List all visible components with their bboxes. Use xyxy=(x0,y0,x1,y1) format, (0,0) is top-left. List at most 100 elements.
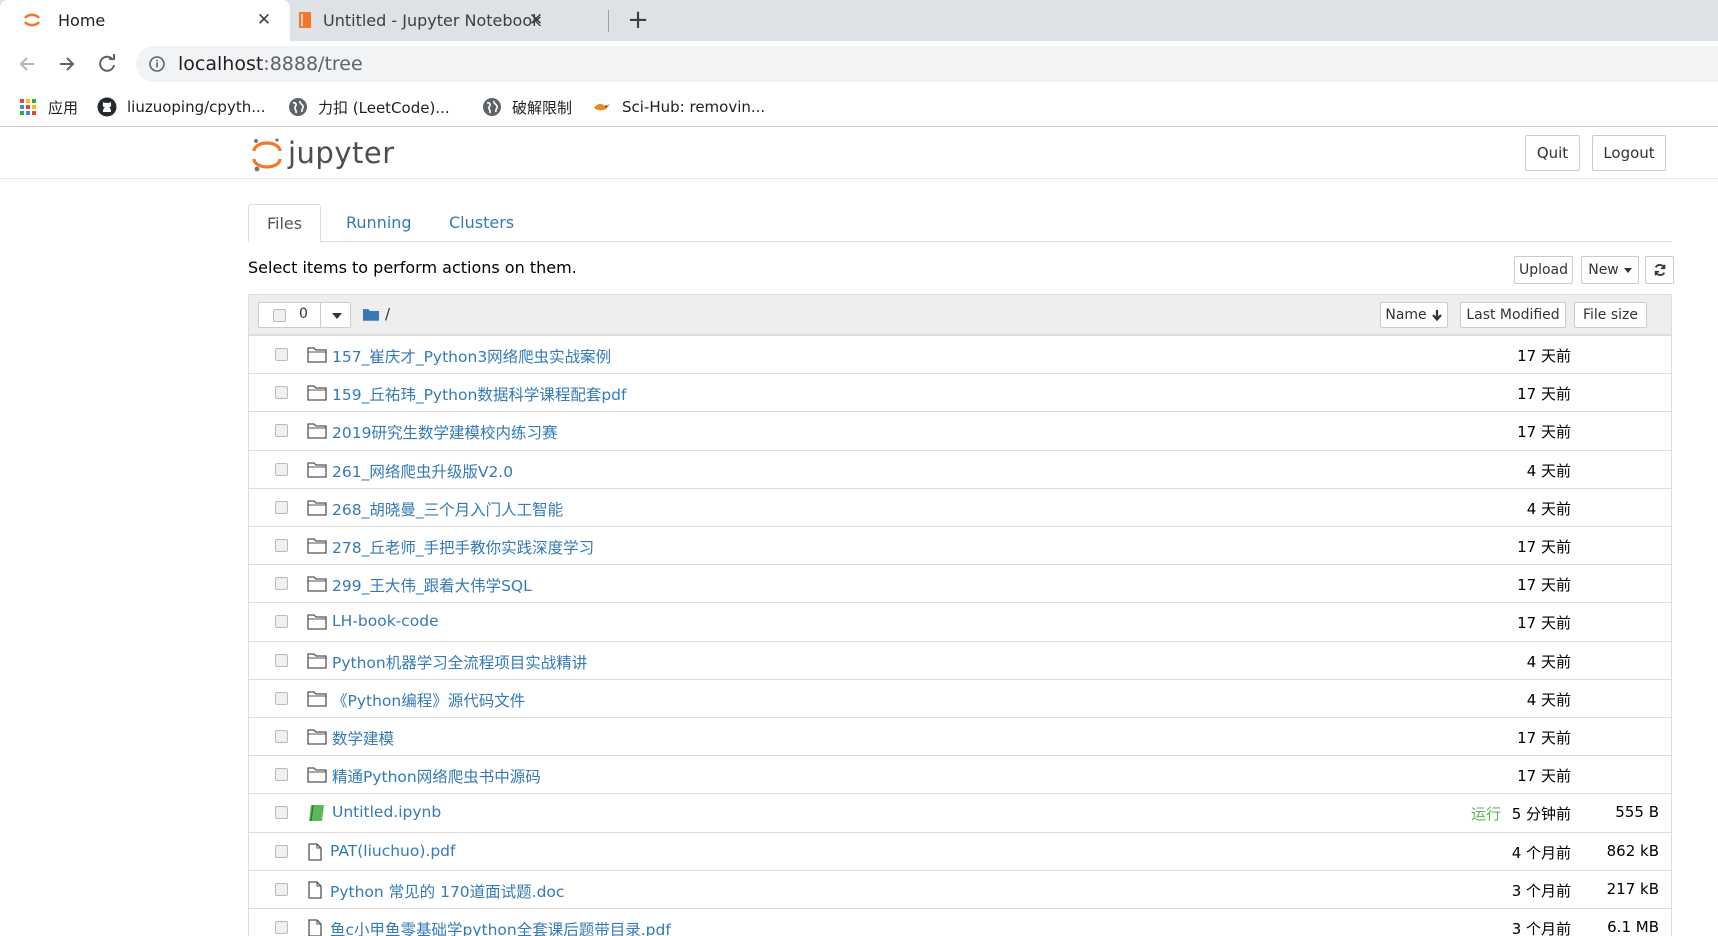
bookmark-unlock[interactable]: 破解限制 xyxy=(482,95,572,119)
bookmark-github[interactable]: liuzuoping/cpyth... xyxy=(97,95,266,119)
file-row[interactable]: Python机器学习全流程项目实战精讲 4 天前 xyxy=(249,640,1671,679)
file-row[interactable]: 《Python编程》源代码文件 4 天前 xyxy=(249,678,1671,717)
row-checkbox[interactable] xyxy=(275,768,288,782)
row-checkbox[interactable] xyxy=(275,386,288,400)
browser-tab-notebook[interactable]: Untitled - Jupyter Notebook ✕ xyxy=(299,0,605,41)
file-row[interactable]: Untitled.ipynb 运行 5 分钟前 555 B xyxy=(249,793,1671,831)
bookmark-label: 破解限制 xyxy=(512,98,573,117)
file-row[interactable]: 261_网络爬虫升级版V2.0 4 天前 xyxy=(249,449,1671,488)
file-row[interactable]: 268_胡晓曼_三个月入门人工智能 4 天前 xyxy=(249,487,1671,526)
file-name-link[interactable]: Python 常见的 170道面试题.doc xyxy=(330,880,564,902)
row-checkbox[interactable] xyxy=(275,844,288,858)
row-checkbox[interactable] xyxy=(275,730,288,743)
file-row[interactable]: 鱼c小甲鱼零基础学python全套课后题带目录.pdf 3 个月前 6.1 MB xyxy=(249,908,1671,936)
row-checkbox[interactable] xyxy=(275,462,288,476)
file-row[interactable]: 数学建模 17 天前 xyxy=(249,717,1671,755)
file-name-link[interactable]: 157_崔庆才_Python3网络爬虫实战案例 xyxy=(332,345,611,367)
sort-name-button[interactable]: Name xyxy=(1380,302,1448,328)
tab-separator xyxy=(608,10,609,32)
select-all-group[interactable]: 0 xyxy=(258,302,351,328)
file-name-link[interactable]: 精通Python网络爬虫书中源码 xyxy=(332,765,541,787)
globe-icon xyxy=(483,98,501,116)
tab-clusters[interactable]: Clusters xyxy=(431,204,532,242)
folder-icon xyxy=(307,652,327,669)
new-dropdown-button[interactable]: New xyxy=(1581,256,1639,284)
file-row[interactable]: Python 常见的 170道面试题.doc 3 个月前 217 kB xyxy=(249,869,1671,908)
folder-icon xyxy=(307,691,327,707)
tab-running[interactable]: Running xyxy=(328,204,430,242)
jupyter-favicon-icon xyxy=(23,13,41,27)
file-row[interactable]: 精通Python网络爬虫书中源码 17 天前 xyxy=(249,755,1671,793)
tab-files[interactable]: Files xyxy=(248,204,322,243)
row-checkbox[interactable] xyxy=(275,539,288,552)
file-size: 862 kB xyxy=(1606,841,1659,860)
bookmark-label: Sci-Hub: removin... xyxy=(622,98,766,116)
folder-icon xyxy=(307,385,327,401)
file-row[interactable]: 278_丘老师_手把手教你实践深度学习 17 天前 xyxy=(249,526,1671,564)
row-checkbox[interactable] xyxy=(275,921,288,934)
close-tab-icon[interactable]: ✕ xyxy=(254,10,274,30)
caret-down-icon[interactable] xyxy=(332,313,342,319)
quit-button[interactable]: Quit xyxy=(1525,135,1580,171)
file-list-header: 0 / Name Last Modified File size xyxy=(249,295,1671,335)
file-name-link[interactable]: 159_丘祐玮_Python数据科学课程配套pdf xyxy=(332,383,626,405)
jupyter-logo[interactable]: jupyter xyxy=(250,135,394,175)
notebook-favicon-icon xyxy=(299,12,311,28)
row-checkbox[interactable] xyxy=(275,577,288,591)
sort-size-button[interactable]: File size xyxy=(1574,302,1647,328)
last-modified: 17 天前 xyxy=(1517,767,1571,786)
address-bar[interactable]: localhost:8888/tree xyxy=(136,46,1718,82)
file-name-link[interactable]: 268_胡晓曼_三个月入门人工智能 xyxy=(332,498,563,520)
file-name-link[interactable]: PAT(liuchuo).pdf xyxy=(330,842,455,860)
file-name-link[interactable]: LH-book-code xyxy=(332,612,439,630)
row-checkbox[interactable] xyxy=(275,424,288,438)
refresh-button[interactable] xyxy=(1645,256,1674,284)
logout-button[interactable]: Logout xyxy=(1592,135,1666,171)
sort-modified-button[interactable]: Last Modified xyxy=(1460,302,1566,328)
file-row[interactable]: 157_崔庆才_Python3网络爬虫实战案例 17 天前 xyxy=(249,335,1671,373)
row-checkbox[interactable] xyxy=(275,691,288,705)
row-checkbox[interactable] xyxy=(275,500,288,514)
breadcrumb[interactable]: / xyxy=(363,305,390,323)
file-name-link[interactable]: 鱼c小甲鱼零基础学python全套课后题带目录.pdf xyxy=(330,918,671,936)
browser-tab-home[interactable]: Home ✕ xyxy=(0,0,290,41)
row-checkbox[interactable] xyxy=(275,882,288,896)
bookmark-leetcode[interactable]: 力扣 (LeetCode)... xyxy=(288,95,450,119)
file-row[interactable]: 159_丘祐玮_Python数据科学课程配套pdf 17 天前 xyxy=(249,373,1671,411)
file-row[interactable]: PAT(liuchuo).pdf 4 个月前 862 kB xyxy=(249,831,1671,870)
close-tab-icon[interactable]: ✕ xyxy=(526,10,546,30)
upload-button[interactable]: Upload xyxy=(1514,256,1573,284)
file-name-link[interactable]: 数学建模 xyxy=(332,727,394,749)
row-checkbox[interactable] xyxy=(275,348,288,361)
last-modified: 17 天前 xyxy=(1517,347,1571,365)
new-tab-icon[interactable]: + xyxy=(624,6,652,34)
bookmark-scihub[interactable]: Sci-Hub: removin... xyxy=(592,95,765,119)
reload-icon[interactable] xyxy=(92,49,122,79)
file-name-link[interactable]: Python机器学习全流程项目实战精讲 xyxy=(332,651,587,673)
file-name-link[interactable]: 261_网络爬虫升级版V2.0 xyxy=(332,460,513,482)
file-row[interactable]: LH-book-code 17 天前 xyxy=(249,602,1671,640)
site-info-icon[interactable] xyxy=(148,55,166,73)
folder-icon xyxy=(307,729,327,745)
file-row[interactable]: 299_王大伟_跟着大伟学SQL 17 天前 xyxy=(249,564,1671,602)
row-checkbox[interactable] xyxy=(275,806,288,820)
last-modified: 4 天前 xyxy=(1526,461,1571,480)
file-name-link[interactable]: 《Python编程》源代码文件 xyxy=(332,689,525,711)
file-row[interactable]: 2019研究生数学建模校内练习赛 17 天前 xyxy=(249,411,1671,449)
row-checkbox[interactable] xyxy=(275,653,288,667)
last-modified: 3 个月前 xyxy=(1511,881,1571,900)
forward-arrow-icon[interactable] xyxy=(52,49,82,79)
file-name-link[interactable]: 278_丘老师_手把手教你实践深度学习 xyxy=(332,536,594,558)
select-all-checkbox[interactable] xyxy=(273,309,286,322)
notebook-icon xyxy=(309,805,324,822)
file-name-link[interactable]: 2019研究生数学建模校内练习赛 xyxy=(332,421,557,443)
file-name-link[interactable]: Untitled.ipynb xyxy=(332,803,441,821)
folder-icon xyxy=(363,308,379,321)
bookmark-apps[interactable]: 应用 xyxy=(18,95,78,119)
file-name-link[interactable]: 299_王大伟_跟着大伟学SQL xyxy=(332,574,532,596)
folder-icon xyxy=(307,614,327,631)
folder-icon xyxy=(307,576,327,592)
row-checkbox[interactable] xyxy=(275,615,288,629)
file-size: 555 B xyxy=(1615,803,1659,822)
back-arrow-icon[interactable] xyxy=(12,49,42,79)
